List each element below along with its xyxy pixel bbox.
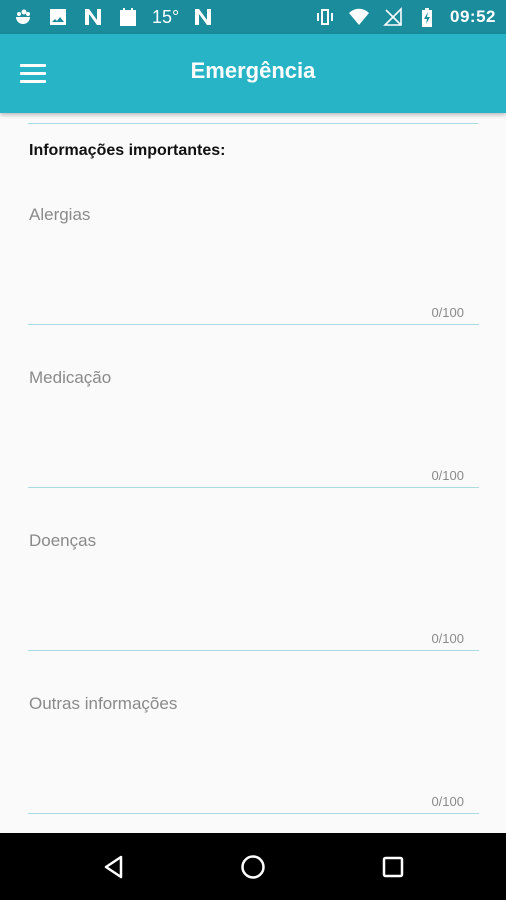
wifi-icon (348, 6, 370, 28)
navigation-bar (0, 833, 506, 900)
n-app-icon (192, 6, 214, 28)
home-icon[interactable] (235, 849, 271, 885)
clock-time: 09:52 (450, 7, 496, 26)
other-info-field[interactable]: Outras informações 0/100 (28, 694, 479, 814)
allergies-label: Alergias (29, 205, 91, 224)
diseases-underline (28, 650, 479, 651)
recents-icon[interactable] (375, 849, 411, 885)
medication-label: Medicação (29, 368, 112, 387)
no-signal-icon (382, 6, 404, 28)
previous-field-underline (28, 123, 478, 124)
emergency-form: Informações importantes: Alergias 0/100 … (0, 113, 506, 833)
back-icon[interactable] (96, 849, 132, 885)
other-info-label: Outras informações (29, 694, 178, 713)
status-bar: 15° 09:52 (0, 0, 506, 34)
image-icon (47, 6, 69, 28)
calendar-icon (117, 6, 139, 28)
diseases-label: Doenças (29, 531, 97, 550)
medication-char-counter: 0/100 (431, 468, 464, 483)
other-info-underline (28, 813, 479, 814)
weather-icon (12, 6, 34, 28)
temperature-text: 15° (152, 6, 180, 27)
battery-charging-icon (416, 6, 438, 28)
allergies-underline (28, 324, 479, 325)
medication-underline (28, 487, 479, 488)
n-app-icon (82, 6, 104, 28)
page-title: Emergência (190, 58, 316, 83)
diseases-field[interactable]: Doenças 0/100 (28, 531, 479, 651)
vibrate-icon (314, 6, 336, 28)
app-bar: Emergência (0, 34, 506, 113)
status-icons-right: 09:52 (314, 6, 496, 28)
allergies-char-counter: 0/100 (431, 305, 464, 320)
medication-field[interactable]: Medicação 0/100 (28, 368, 479, 488)
status-icons-left: 15° (12, 6, 214, 28)
section-title: Informações importantes: (29, 142, 226, 159)
allergies-field[interactable]: Alergias 0/100 (28, 205, 479, 325)
other-info-char-counter: 0/100 (431, 794, 464, 809)
diseases-char-counter: 0/100 (431, 631, 464, 646)
